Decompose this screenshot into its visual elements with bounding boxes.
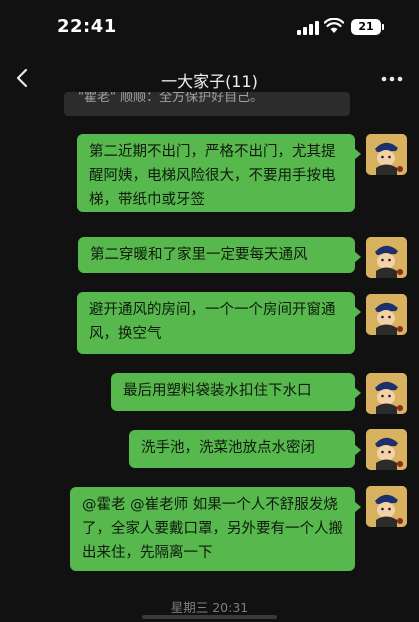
battery-cap [382, 24, 384, 30]
more-options-icon[interactable] [381, 76, 403, 82]
avatar-illustration-icon [366, 486, 407, 527]
quoted-message-text: "霍老" 顺顺：全方保护好自己。 [78, 92, 264, 105]
message-bubble[interactable]: 避开通风的房间，一个一个房间开窗通风，换空气 [77, 292, 361, 354]
message-text: 第二穿暖和了家里一定要每天通风 [90, 247, 308, 263]
message-bubble[interactable]: 洗手池，洗菜池放点水密闭 [129, 430, 361, 468]
message-text: 最后用塑料袋装水扣住下水口 [123, 383, 312, 399]
user-avatar[interactable] [366, 237, 407, 278]
message-bubble[interactable]: 第二近期不出门，严格不出门，尤其提醒阿姨，电梯风险很大，不要用手按电梯，带纸巾或… [77, 134, 361, 212]
user-avatar[interactable] [366, 429, 407, 470]
user-avatar[interactable] [366, 486, 407, 527]
message-bubble[interactable]: @霍老 @崔老师 如果一个人不舒服发烧了，全家人要戴口罩，另外要有一个人搬出来住… [70, 487, 361, 571]
user-avatar[interactable] [366, 134, 407, 175]
status-time: 22:41 [57, 16, 117, 37]
user-avatar[interactable] [366, 373, 407, 414]
message-text: 第二近期不出门，严格不出门，尤其提醒阿姨，电梯风险很大，不要用手按电梯，带纸巾或… [89, 144, 336, 208]
message-bubble[interactable]: 第二穿暖和了家里一定要每天通风 [78, 237, 361, 273]
chat-title: 一大家子(11) [161, 72, 258, 91]
battery-icon: 21 [351, 19, 381, 35]
home-indicator [142, 615, 277, 619]
chat-message-list[interactable]: "霍老" 顺顺：全方保护好自己。 第二近期不出门，严格不出门，尤其提醒阿姨，电梯… [0, 92, 419, 622]
cellular-signal-icon [297, 21, 319, 35]
chat-screen: 22:41 21 一大家子(11) "霍老" 顺顺：全方保护好自己。 第二近期不… [0, 0, 419, 622]
avatar-illustration-icon [366, 134, 407, 175]
quoted-message-preview[interactable]: "霍老" 顺顺：全方保护好自己。 [64, 92, 350, 116]
message-timestamp: 星期三 20:31 [170, 600, 249, 615]
wifi-icon [324, 18, 344, 33]
avatar-illustration-icon [366, 294, 407, 335]
avatar-illustration-icon [366, 429, 407, 470]
status-bar: 22:41 21 [0, 0, 419, 56]
avatar-illustration-icon [366, 373, 407, 414]
user-avatar[interactable] [366, 294, 407, 335]
message-bubble[interactable]: 最后用塑料袋装水扣住下水口 [111, 373, 361, 411]
message-text: 洗手池，洗菜池放点水密闭 [141, 440, 315, 456]
message-text: 避开通风的房间，一个一个房间开窗通风，换空气 [89, 302, 336, 342]
avatar-illustration-icon [366, 237, 407, 278]
message-text: @霍老 @崔老师 如果一个人不舒服发烧了，全家人要戴口罩，另外要有一个人搬出来住… [82, 497, 343, 561]
